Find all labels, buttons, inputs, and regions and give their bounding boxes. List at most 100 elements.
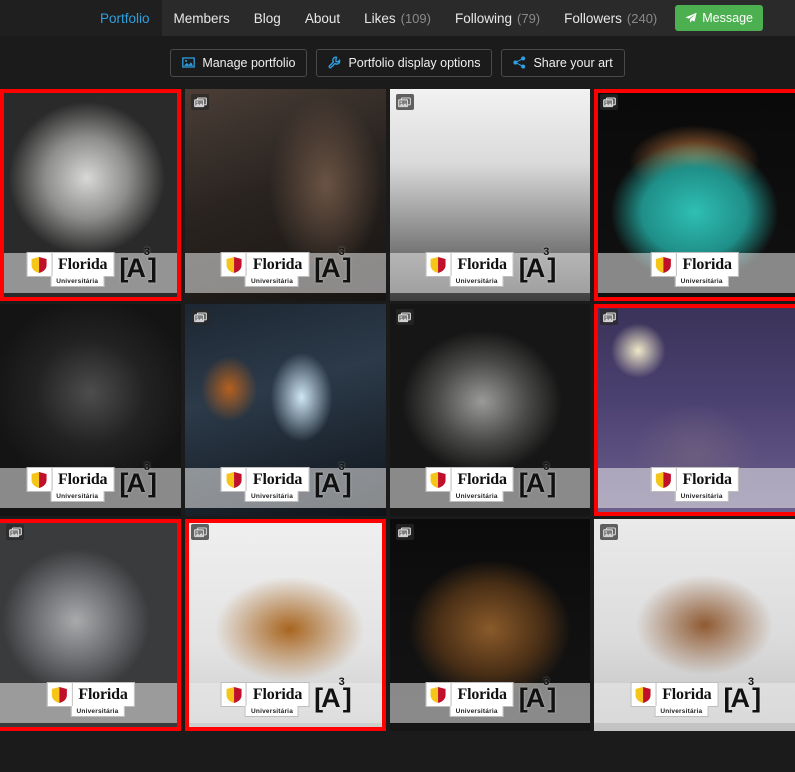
watermark-lockup: Florida Universitária [26,252,115,287]
portfolio-thumb-scifi-lounge-interior[interactable]: Florida Universitária [A3] [185,89,386,301]
shield-icon [220,252,247,277]
watermark-lockup: Florida Universitária [26,467,115,502]
watermark-subtitle: Universitária [70,706,125,717]
watermark-subtitle: Universitária [245,276,300,287]
watermark-wordmark: Florida [676,252,739,277]
florida-watermark: Florida Universitária [650,467,739,502]
watermark-lockup: Florida Universitária [650,252,739,287]
watermark-subtitle: Universitária [674,491,729,502]
multiple-images-icon [600,94,619,110]
portfolio-thumb-monogram-duffle-bag[interactable]: Florida Universitária [A3] [389,519,591,731]
florida-watermark: Florida Universitária [A3] [630,676,761,717]
multiple-images-icon [191,94,209,110]
a3-exponent: 3 [143,461,150,474]
watermark-top-row: Florida [220,467,310,492]
nav-item-likes[interactable]: Likes (109) [352,0,443,36]
nav-item-portfolio[interactable]: Portfolio [88,0,162,36]
share-your-art-button[interactable]: Share your art [501,48,625,77]
a3-exponent: 3 [543,676,549,689]
watermark-top-row: Florida [650,252,739,277]
shield-icon [650,252,677,277]
a3-exponent: 3 [338,461,345,474]
florida-watermark: Florida Universitária [A3] [26,461,157,502]
shield-icon [26,467,53,492]
nav-item-following[interactable]: Following (79) [443,0,552,36]
main-navbar: Portfolio Members Blog About Likes (109) Follo… [0,0,795,36]
a3-logo: [A3] [518,246,557,283]
message-button[interactable]: Message [675,5,763,31]
multiple-images-icon [600,309,619,325]
shield-icon [220,682,247,707]
shield-icon [220,467,247,492]
nav-item-label: Portfolio [100,10,150,26]
watermark-top-row: Florida [425,252,514,277]
a3-exponent: 3 [338,246,345,259]
watermark-wordmark: Florida [52,252,115,277]
florida-watermark: Florida Universitária [A3] [425,676,557,717]
watermark-wordmark: Florida [451,252,514,277]
watermark-subtitle: Universitária [245,491,300,502]
portfolio-thumb-japanese-garden-diorama[interactable]: Florida Universitária [594,89,795,301]
watermark-wordmark: Florida [676,467,739,492]
a3-logo: [A3] [314,461,352,498]
portfolio-display-options-button[interactable]: Portfolio display options [316,48,493,77]
a3-exponent: 3 [338,676,345,689]
watermark-top-row: Florida [220,682,310,707]
a3-letter: A [525,683,545,713]
watermark-wordmark: Florida [52,467,115,492]
shield-icon [630,682,657,707]
portfolio-thumb-assault-rifle-closeup[interactable]: Florida Universitária [A3] [594,519,795,731]
a3-letter: A [730,683,749,713]
multiple-images-icon [600,524,619,540]
multiple-images-icon [6,524,24,540]
portfolio-thumb-halloween-cauldron-scene[interactable]: Florida Universitária [594,304,795,516]
watermark-wordmark: Florida [451,682,514,707]
watermark-wordmark: Florida [656,682,719,707]
nav-item-about[interactable]: About [293,0,352,36]
portfolio-display-options-label: Portfolio display options [348,55,481,70]
watermark-top-row: Florida [630,682,719,707]
florida-watermark: Florida Universitária [650,252,739,287]
nav-item-members[interactable]: Members [162,0,242,36]
shield-icon [650,467,677,492]
portfolio-thumb-vintage-film-camera[interactable]: Florida Universitária [0,519,181,731]
portfolio-thumb-sniper-rifle-render[interactable]: Florida Universitária [A3] [185,519,386,731]
portfolio-thumb-white-airlock-bay[interactable]: Florida Universitária [A3] [389,89,591,301]
watermark-top-row: Florida [425,467,514,492]
multiple-images-icon [191,524,209,540]
florida-watermark: Florida Universitária [A3] [220,246,352,287]
multiple-images-icon [395,309,414,325]
florida-watermark: Florida Universitária [A3] [220,461,352,502]
watermark-lockup: Florida Universitária [425,252,514,287]
florida-watermark: Florida Universitária [46,682,135,717]
nav-item-blog[interactable]: Blog [242,0,293,36]
watermark-lockup: Florida Universitária [630,682,719,717]
a3-letter: A [525,468,545,498]
a3-logo: [A3] [518,461,557,498]
watermark-wordmark: Florida [72,682,135,707]
nav-item-followers[interactable]: Followers (240) [552,0,669,36]
portfolio-thumb-spaceship-corridor[interactable]: Florida Universitária [A3] [185,304,386,516]
portfolio-thumb-crossed-tomahawks[interactable]: Florida Universitária [A3] [0,304,181,516]
portfolio-thumb-zippo-lighter-render[interactable]: Florida Universitária [A3] [0,89,181,301]
watermark-lockup: Florida Universitária [425,682,514,717]
florida-watermark: Florida Universitária [A3] [425,246,557,287]
share-icon [513,56,526,69]
a3-exponent: 3 [543,461,549,474]
watermark-subtitle: Universitária [449,706,504,717]
watermark-top-row: Florida [425,682,514,707]
a3-logo: [A3] [119,246,157,283]
portfolio-grid: Florida Universitária [A3] Florida Universit… [0,89,795,737]
a3-logo: [A3] [518,676,557,713]
a3-exponent: 3 [143,246,150,259]
navbar-left-spacer [0,0,88,36]
a3-letter: A [126,468,145,498]
wrench-icon [328,56,341,69]
manage-portfolio-button[interactable]: Manage portfolio [170,48,308,77]
nav-item-count: (240) [626,10,658,26]
nav-item-label: Followers [564,10,622,26]
watermark-subtitle: Universitária [449,491,504,502]
portfolio-thumb-engraved-lighter-render[interactable]: Florida Universitária [A3] [389,304,591,516]
shield-icon [425,467,452,492]
watermark-wordmark: Florida [246,252,310,277]
